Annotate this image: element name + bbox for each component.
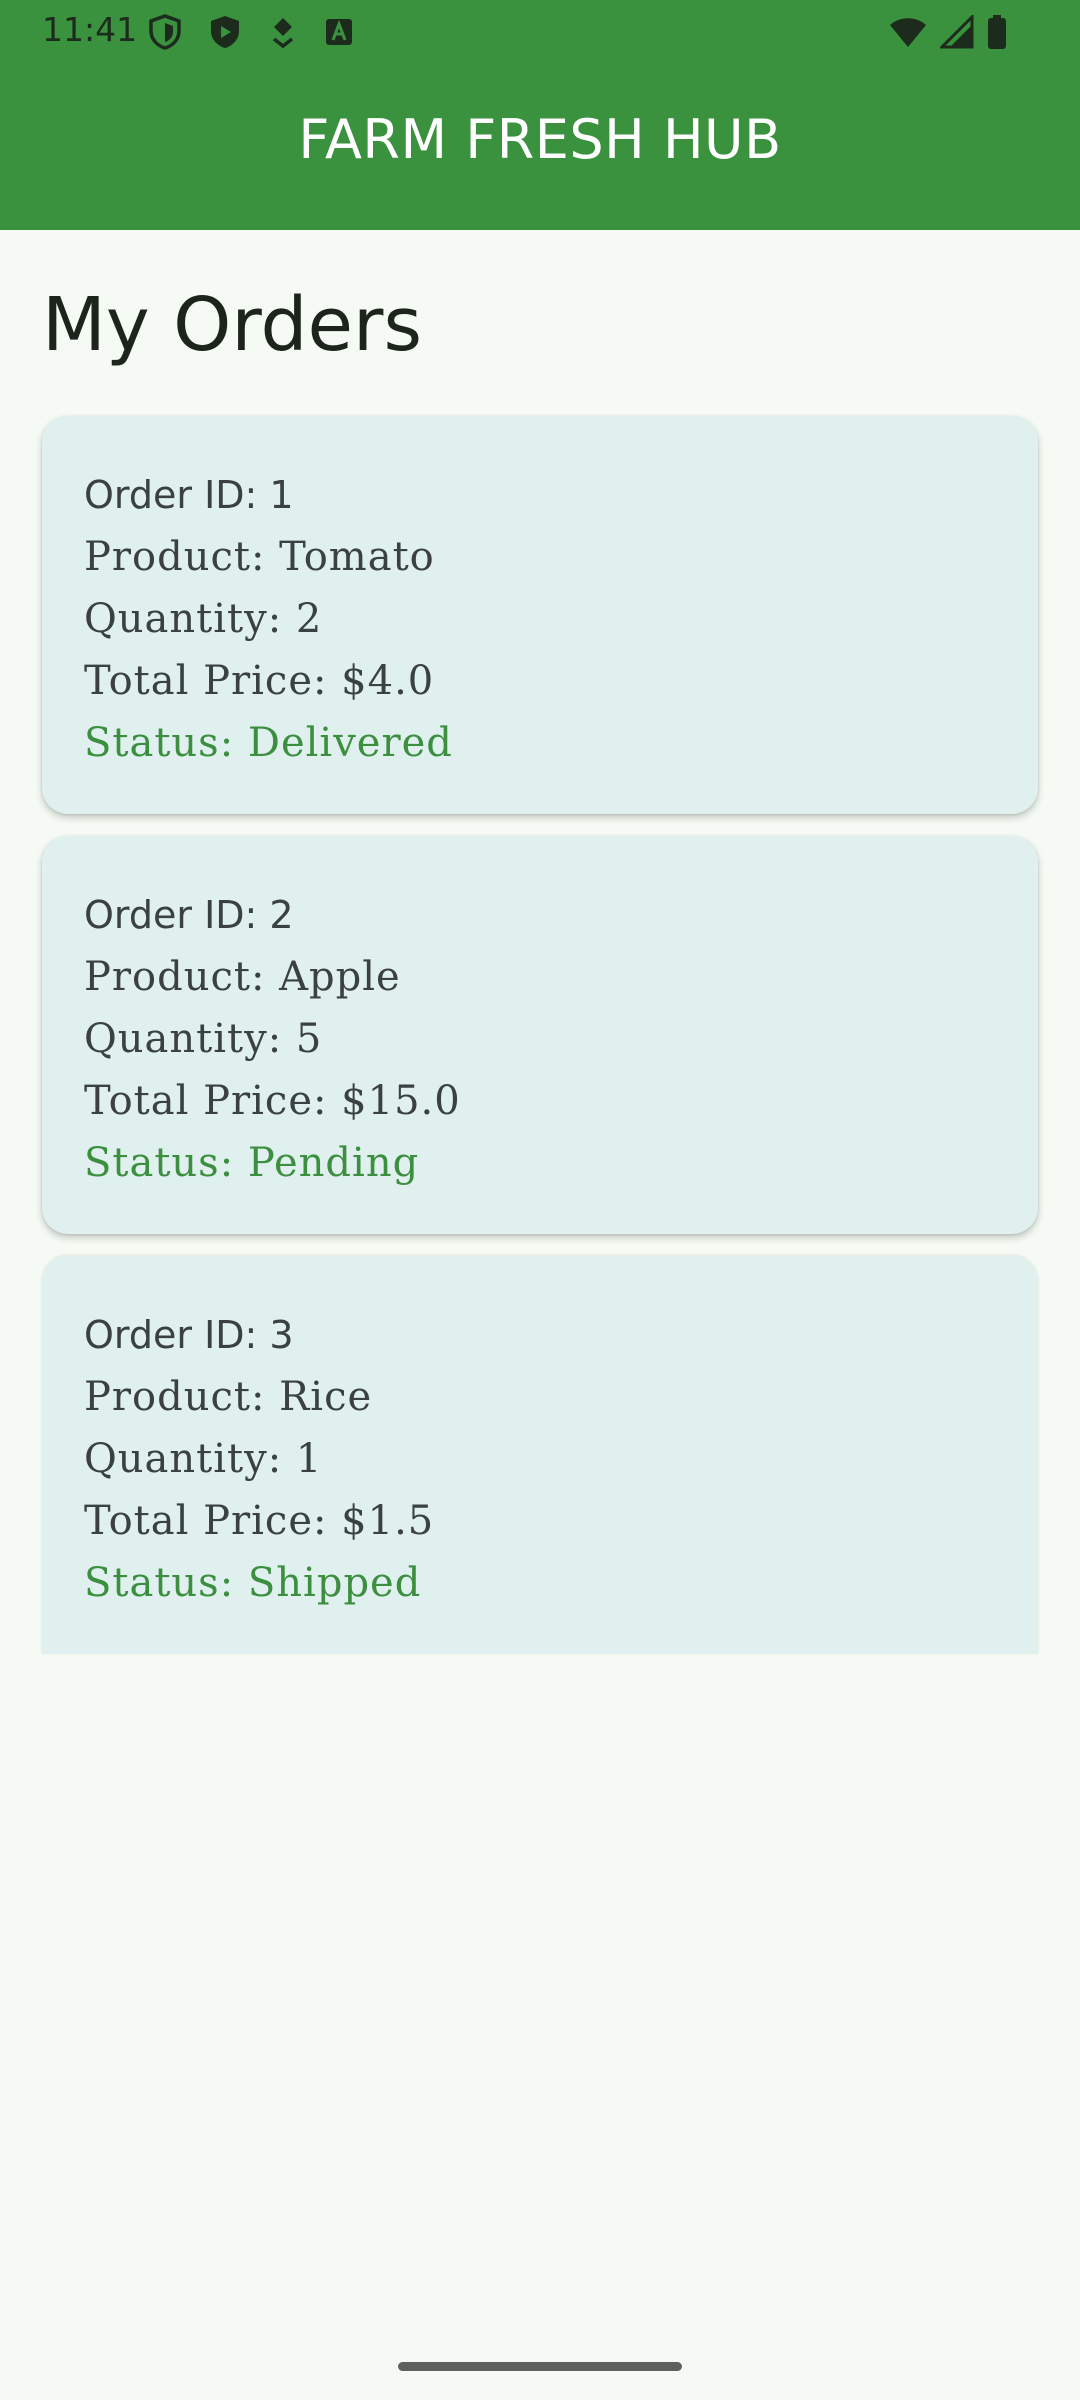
order-total-price: Total Price: $15.0 xyxy=(84,1078,461,1124)
order-quantity: Quantity: 1 xyxy=(84,1436,323,1482)
order-id: Order ID: 1 xyxy=(84,473,294,517)
battery-icon xyxy=(986,14,1008,50)
order-status: Status: Delivered xyxy=(84,720,453,766)
vpn-shield-icon xyxy=(148,14,182,50)
wifi-icon xyxy=(888,15,928,49)
order-card[interactable]: Order ID: 1 Product: Tomato Quantity: 2 … xyxy=(42,416,1038,814)
status-bar: 11:41 xyxy=(0,0,1080,62)
download-icon xyxy=(268,15,298,49)
signal-icon xyxy=(940,15,974,49)
status-time: 11:41 xyxy=(42,10,138,49)
order-id: Order ID: 2 xyxy=(84,893,294,937)
order-total-price: Total Price: $4.0 xyxy=(84,658,435,704)
order-product: Product: Tomato xyxy=(84,534,435,580)
order-total-price: Total Price: $1.5 xyxy=(84,1498,435,1544)
order-product: Product: Rice xyxy=(84,1374,373,1420)
order-card[interactable]: Order ID: 2 Product: Apple Quantity: 5 T… xyxy=(42,836,1038,1234)
orders-list: Order ID: 1 Product: Tomato Quantity: 2 … xyxy=(42,416,1038,1676)
page-title: My Orders xyxy=(42,282,423,368)
status-right-icons xyxy=(888,14,1008,50)
order-card[interactable]: Order ID: 3 Product: Rice Quantity: 1 To… xyxy=(42,1256,1038,1654)
order-status: Status: Pending xyxy=(84,1140,420,1186)
order-quantity: Quantity: 2 xyxy=(84,596,323,642)
order-id: Order ID: 3 xyxy=(84,1313,294,1357)
play-protect-icon xyxy=(208,14,242,50)
order-quantity: Quantity: 5 xyxy=(84,1016,323,1062)
order-status: Status: Shipped xyxy=(84,1560,422,1606)
gesture-nav-handle[interactable] xyxy=(398,2362,682,2371)
app-header: 11:41 FARM FRESH HUB xyxy=(0,0,1080,230)
status-left-icons xyxy=(148,14,354,50)
font-a-icon xyxy=(324,17,354,47)
app-title: FARM FRESH HUB xyxy=(298,108,782,171)
order-product: Product: Apple xyxy=(84,954,401,1000)
